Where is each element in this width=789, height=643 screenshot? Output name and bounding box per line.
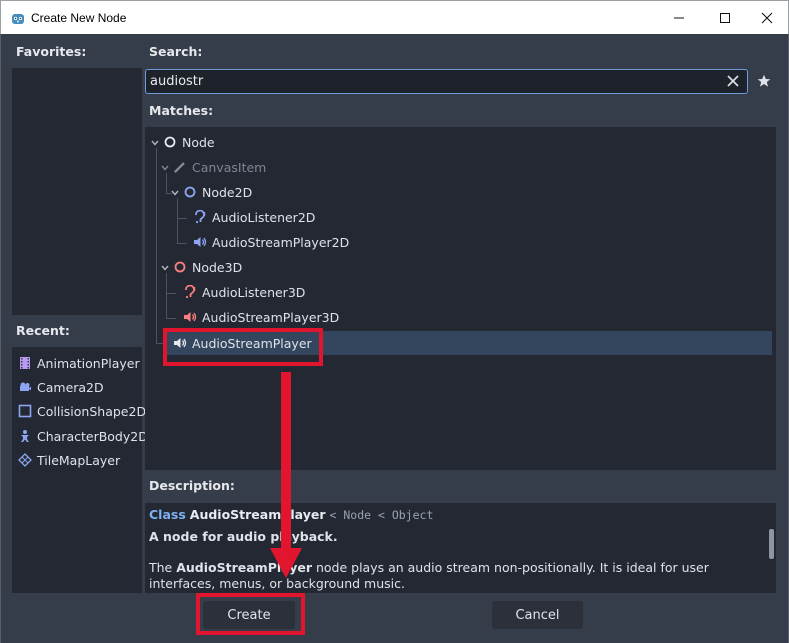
tree-item-label: AudioStreamPlayer3D — [202, 310, 340, 325]
chevron-down-icon[interactable] — [160, 163, 170, 173]
tree-item-audiostreamplayer3d[interactable]: AudioStreamPlayer3D — [145, 305, 776, 329]
recent-item-animationplayer[interactable]: AnimationPlayer — [12, 352, 142, 374]
tilemap-icon — [18, 453, 32, 467]
search-input[interactable] — [150, 72, 720, 91]
minimize-icon — [674, 17, 684, 19]
favorites-list[interactable] — [12, 68, 142, 315]
create-button[interactable]: Create — [203, 601, 295, 629]
star-icon — [757, 74, 771, 87]
chevron-down-icon[interactable] — [170, 188, 180, 198]
square-outline-icon — [18, 404, 32, 418]
chevron-down-icon[interactable] — [150, 138, 160, 148]
window-title: Create New Node — [31, 11, 127, 25]
circle-white-icon — [164, 136, 176, 148]
recent-item-label: Camera2D — [37, 380, 104, 395]
description-panel: Class AudioStreamPlayer < Node < Object … — [145, 503, 776, 593]
chevron-down-icon[interactable] — [160, 263, 170, 273]
tree-item-label: Node2D — [202, 185, 253, 200]
class-keyword: Class — [149, 507, 186, 522]
class-inheritance: < Node < Object — [329, 508, 434, 522]
description-body: The AudioStreamPlayer node plays an audi… — [149, 560, 764, 592]
tree-item-audiostreamplayer[interactable]: AudioStreamPlayer — [167, 331, 772, 355]
class-name-link[interactable]: AudioStreamPlayer — [190, 507, 326, 522]
recent-item-collisionshape2d[interactable]: CollisionShape2D — [12, 400, 146, 422]
tree-item-label: AudioListener3D — [202, 285, 306, 300]
tree-item-label: Node — [182, 135, 215, 150]
recent-item-label: AnimationPlayer — [37, 356, 140, 371]
tree-item-label: CanvasItem — [192, 160, 267, 175]
tree-item-node[interactable]: Node — [145, 130, 776, 154]
tree-item-canvasitem[interactable]: CanvasItem — [145, 155, 776, 179]
search-label: Search: — [149, 44, 203, 59]
camera-icon — [20, 382, 31, 391]
tree-item-node2d[interactable]: Node2D — [145, 180, 776, 204]
speaker-blue-icon — [194, 237, 207, 247]
tree-item-node3d[interactable]: Node3D — [145, 255, 776, 279]
circle-red-icon — [174, 261, 186, 273]
recent-item-characterbody2d[interactable]: CharacterBody2D — [12, 425, 148, 447]
description-scrollbar[interactable] — [769, 529, 774, 559]
maximize-button[interactable] — [702, 1, 748, 35]
description-label: Description: — [149, 478, 235, 493]
film-icon — [20, 357, 30, 369]
description-body-start: The — [149, 560, 177, 575]
circle-blue-icon — [184, 186, 196, 198]
clear-search-icon[interactable] — [725, 73, 741, 89]
search-box — [145, 69, 748, 94]
character-icon — [21, 430, 29, 442]
matches-tree: Node CanvasItem Node2D AudioListener2D A… — [145, 127, 776, 470]
recent-item-label: CharacterBody2D — [37, 429, 148, 444]
recent-item-label: TileMapLayer — [37, 453, 121, 468]
annotation-arrow-head — [270, 548, 302, 578]
annotation-arrow-shaft — [281, 372, 291, 550]
tree-item-label: AudioStreamPlayer2D — [212, 235, 350, 250]
recent-item-label: CollisionShape2D — [37, 404, 147, 419]
close-icon — [761, 12, 773, 24]
recent-label: Recent: — [16, 323, 70, 338]
cancel-button[interactable]: Cancel — [492, 601, 583, 629]
title-bar: Create New Node — [0, 0, 789, 34]
close-window-button[interactable] — [744, 1, 789, 35]
ear-red-icon — [185, 285, 196, 299]
favorites-label: Favorites: — [16, 44, 87, 59]
class-signature: Class AudioStreamPlayer < Node < Object — [149, 507, 433, 525]
ear-blue-icon — [195, 210, 206, 224]
maximize-icon — [720, 13, 730, 23]
tree-item-audiostreamplayer2d[interactable]: AudioStreamPlayer2D — [145, 230, 776, 254]
matches-label: Matches: — [149, 103, 214, 118]
pencil-icon — [174, 162, 185, 173]
description-brief: A node for audio playback. — [149, 529, 338, 544]
favorite-toggle-button[interactable] — [754, 71, 774, 91]
tree-item-audiolistener2d[interactable]: AudioListener2D — [145, 205, 776, 229]
speaker-white-icon — [174, 338, 187, 348]
tree-item-audiolistener3d[interactable]: AudioListener3D — [145, 280, 776, 304]
tree-item-label: Node3D — [192, 260, 243, 275]
recent-item-tilemaplayer[interactable]: TileMapLayer — [12, 449, 142, 471]
speaker-red-icon — [184, 312, 197, 322]
minimize-button[interactable] — [656, 1, 702, 35]
recent-item-camera2d[interactable]: Camera2D — [12, 376, 142, 398]
godot-logo-icon — [12, 14, 24, 24]
tree-item-label: AudioStreamPlayer — [192, 336, 312, 351]
tree-item-label: AudioListener2D — [212, 210, 316, 225]
